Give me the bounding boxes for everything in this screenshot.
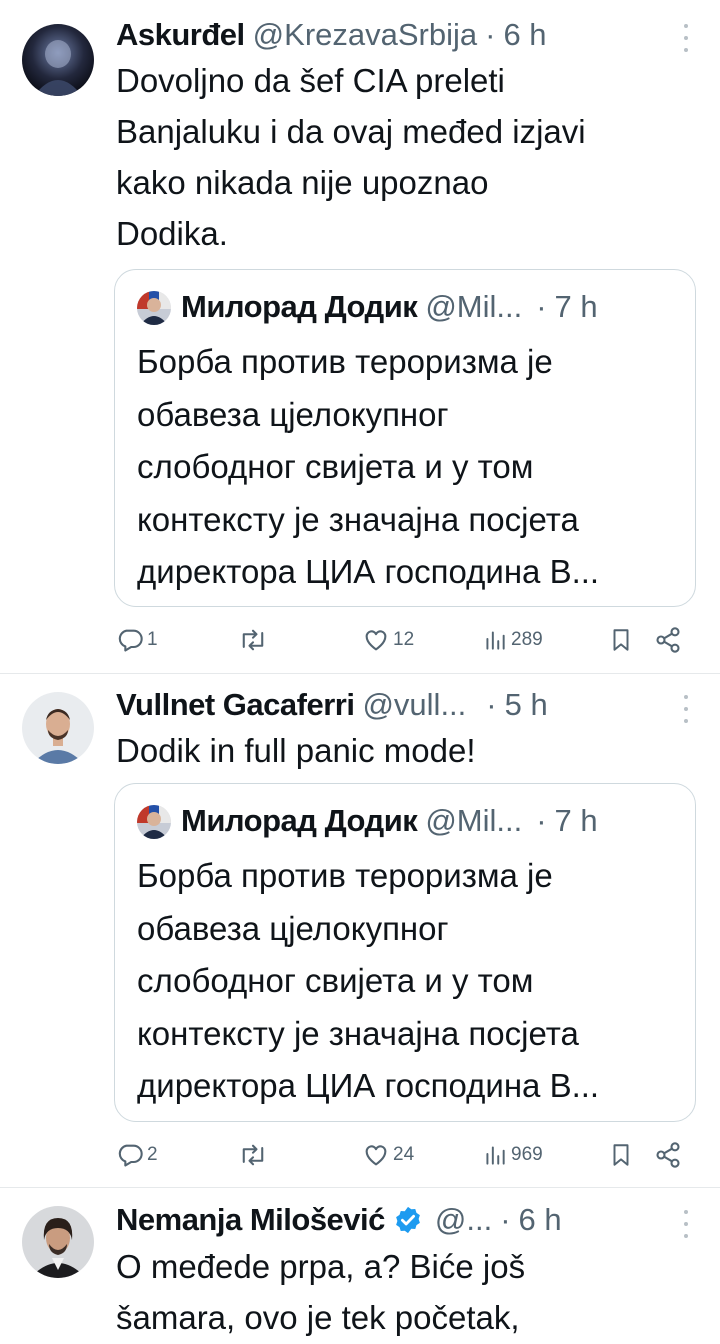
text-line: O međede prpa, a? Biće još bbox=[116, 1248, 526, 1285]
text-line: Dodik in full panic mode! bbox=[116, 732, 476, 769]
tweet-header: Nemanja Milošević @... · 6 h bbox=[116, 1200, 700, 1240]
quote-avatar bbox=[137, 805, 171, 839]
avatar[interactable] bbox=[22, 692, 94, 764]
quoted-tweet[interactable]: Милорад Додик @Mil... · 7 h Борба против… bbox=[114, 269, 696, 607]
reply-count: 1 bbox=[147, 629, 158, 650]
repost-button[interactable] bbox=[238, 620, 271, 660]
text-line: директора ЦИА господина В... bbox=[137, 553, 600, 590]
separator-dot: · bbox=[536, 803, 547, 838]
bookmark-button[interactable] bbox=[608, 1135, 634, 1175]
repost-icon bbox=[242, 629, 264, 651]
more-options-icon[interactable] bbox=[682, 24, 690, 52]
timestamp[interactable]: 6 h bbox=[503, 17, 546, 53]
text-line: šamara, ovo je tek početak, bbox=[116, 1299, 520, 1336]
quote-avatar bbox=[137, 291, 171, 325]
action-bar: 1 12 289 bbox=[116, 620, 690, 660]
avatar[interactable] bbox=[22, 24, 94, 96]
reply-count: 2 bbox=[147, 1144, 158, 1165]
like-count: 12 bbox=[393, 629, 415, 650]
text-line: Борба против тероризма је bbox=[137, 343, 553, 380]
like-count: 24 bbox=[393, 1144, 415, 1165]
tweet-text: O međede prpa, a? Biće još šamara, ovo j… bbox=[116, 1241, 696, 1343]
views-count: 289 bbox=[511, 629, 543, 650]
author-handle[interactable]: @KrezavaSrbija bbox=[253, 17, 477, 53]
text-line: Dovoljno da šef CIA preleti bbox=[116, 62, 505, 99]
text-line: слободног свијета и у том bbox=[137, 962, 534, 999]
tweet-header: Vullnet Gacaferri @vull... · 5 h bbox=[116, 685, 700, 725]
text-line: слободног свијета и у том bbox=[137, 448, 534, 485]
quote-timestamp: 7 h bbox=[554, 289, 598, 324]
reply-icon bbox=[118, 629, 143, 652]
like-button[interactable]: 24 bbox=[362, 1135, 414, 1175]
tweet[interactable]: Nemanja Milošević @... · 6 h O međede pr… bbox=[0, 1188, 720, 1344]
avatar[interactable] bbox=[22, 1206, 94, 1278]
timestamp[interactable]: 5 h bbox=[505, 687, 548, 723]
separator-dot: · bbox=[536, 289, 547, 324]
heart-icon bbox=[365, 630, 387, 651]
separator-dot: · bbox=[500, 1202, 511, 1237]
text-line: контексту је значајна посјета bbox=[137, 500, 579, 538]
tweet[interactable]: Askurđel @KrezavaSrbija · 6 h Dovoljno d… bbox=[0, 0, 720, 673]
more-options-icon[interactable] bbox=[682, 695, 690, 723]
quote-author-name: Милорад Додик bbox=[181, 803, 418, 838]
text-line: директора ЦИА господина В... bbox=[137, 1067, 600, 1104]
reply-icon bbox=[118, 1144, 143, 1167]
tweet-text: Dodik in full panic mode! bbox=[116, 725, 696, 776]
tweet-text: Dovoljno da šef CIA preleti Banjaluku i … bbox=[116, 55, 696, 259]
repost-icon bbox=[242, 1144, 264, 1166]
text-line: контексту је значајна посјета bbox=[137, 1014, 579, 1052]
separator-dot: · bbox=[485, 17, 496, 52]
more-options-icon[interactable] bbox=[682, 1210, 690, 1238]
share-button[interactable] bbox=[654, 620, 682, 660]
bookmark-icon bbox=[613, 629, 629, 651]
quote-header: Милорад Додик @Mil... · 7 h bbox=[181, 800, 675, 842]
like-button[interactable]: 12 bbox=[362, 620, 414, 660]
text-line: Banjaluku i da ovaj međed izjavi bbox=[116, 113, 586, 150]
timestamp[interactable]: 6 h bbox=[519, 1202, 562, 1238]
share-icon bbox=[656, 1142, 680, 1168]
views-button[interactable]: 969 bbox=[482, 1135, 543, 1175]
bookmark-icon bbox=[613, 1144, 629, 1166]
separator-dot: · bbox=[486, 687, 497, 722]
author-name[interactable]: Nemanja Milošević bbox=[116, 1202, 385, 1238]
author-handle[interactable]: @... bbox=[435, 1202, 492, 1238]
quote-timestamp: 7 h bbox=[554, 803, 598, 838]
tweet-feed: Askurđel @KrezavaSrbija · 6 h Dovoljno d… bbox=[0, 0, 720, 1344]
author-handle[interactable]: @vull... bbox=[362, 687, 466, 723]
views-button[interactable]: 289 bbox=[482, 620, 543, 660]
tweet-header: Askurđel @KrezavaSrbija · 6 h bbox=[116, 15, 700, 55]
text-line: обавеза цјелокупног bbox=[137, 395, 449, 433]
author-name[interactable]: Vullnet Gacaferri bbox=[116, 687, 355, 723]
share-icon bbox=[656, 627, 680, 653]
views-icon bbox=[486, 1146, 505, 1165]
quote-header: Милорад Додик @Mil... · 7 h bbox=[181, 286, 675, 328]
views-count: 969 bbox=[511, 1144, 543, 1165]
action-bar: 2 24 969 bbox=[116, 1135, 690, 1175]
repost-button[interactable] bbox=[238, 1135, 271, 1175]
heart-icon bbox=[365, 1145, 387, 1166]
views-icon bbox=[486, 631, 505, 650]
reply-button[interactable]: 1 bbox=[116, 620, 158, 660]
author-name[interactable]: Askurđel bbox=[116, 17, 245, 53]
quote-author-name: Милорад Додик bbox=[181, 289, 418, 324]
text-line: Борба против тероризма је bbox=[137, 857, 553, 894]
text-line: обавеза цјелокупног bbox=[137, 909, 449, 947]
bookmark-button[interactable] bbox=[608, 620, 634, 660]
text-line: Dodika. bbox=[116, 215, 228, 252]
verified-badge-icon bbox=[396, 1206, 420, 1234]
share-button[interactable] bbox=[654, 1135, 682, 1175]
quote-text: Борба против тероризма је обавеза цјелок… bbox=[137, 336, 675, 599]
tweet[interactable]: Vullnet Gacaferri @vull... · 5 h Dodik i… bbox=[0, 674, 720, 1187]
quote-text: Борба против тероризма је обавеза цјелок… bbox=[137, 850, 675, 1113]
quote-author-handle: @Mil... bbox=[425, 289, 523, 324]
quote-author-handle: @Mil... bbox=[425, 803, 523, 838]
text-line: kako nikada nije upoznao bbox=[116, 164, 489, 201]
reply-button[interactable]: 2 bbox=[116, 1135, 158, 1175]
quoted-tweet[interactable]: Милорад Додик @Mil... · 7 h Борба против… bbox=[114, 783, 696, 1122]
